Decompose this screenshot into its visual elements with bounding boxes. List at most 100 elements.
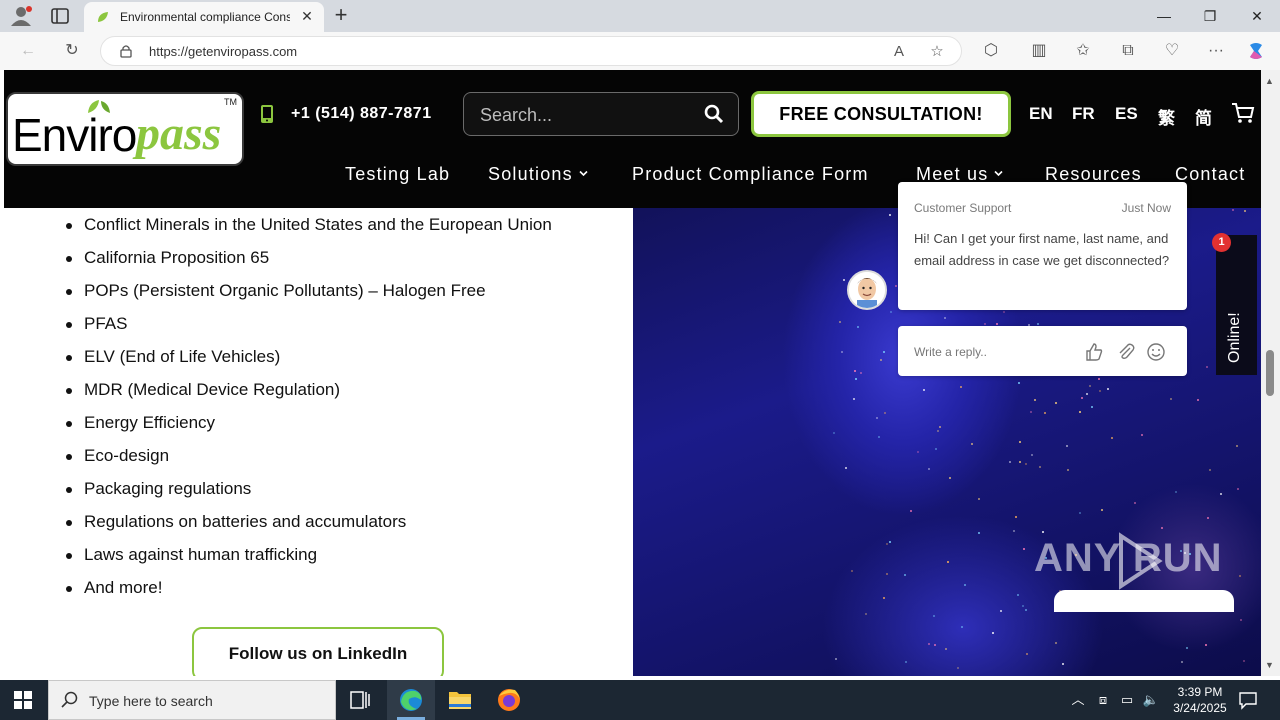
chat-message-text: Hi! Can I get your first name, last name… [914,231,1170,268]
back-icon[interactable]: ← [18,41,38,61]
sparkle-dot [854,377,857,380]
list-item: ELV (End of Life Vehicles) [62,348,622,381]
tab-actions-icon[interactable] [50,7,70,25]
screen: Environmental compliance Cons ✕ + — ❐ ✕ … [0,0,1280,720]
sparkle-dot [1054,641,1057,644]
sparkle-dot [859,371,862,374]
lang-es[interactable]: ES [1115,104,1138,124]
sparkle-dot [1160,526,1163,529]
cart-icon[interactable] [1231,102,1255,124]
attachment-icon[interactable] [1116,342,1136,362]
nav-solutions[interactable]: Solutions [488,164,588,185]
minimize-icon[interactable]: — [1153,6,1175,26]
more-menu-icon[interactable]: ··· [1206,41,1226,61]
taskbar-firefox[interactable] [485,680,533,720]
read-aloud-icon[interactable]: A [889,42,909,62]
chat-online-tab[interactable]: Online! [1216,235,1257,375]
network-icon[interactable]: ▭ [1118,691,1136,709]
favorites-icon[interactable]: ✩ [1073,41,1093,61]
windows-start-icon[interactable] [14,691,32,709]
browser-essentials-icon[interactable]: ♡ [1162,41,1182,61]
tab-close-icon[interactable]: ✕ [300,9,314,23]
page-scrollbar[interactable]: ▲ ▼ [1261,70,1280,676]
enviropass-logo[interactable]: TM Enviro pass [6,92,244,166]
sparkle-dot [856,326,859,329]
task-view-icon [350,691,370,709]
lock-icon[interactable] [119,44,133,58]
restore-icon[interactable]: ❐ [1199,6,1221,26]
sparkle-dot [1106,388,1109,391]
follow-linkedin-button[interactable]: Follow us on LinkedIn [192,627,444,676]
emoji-icon[interactable] [1146,342,1166,362]
volume-icon[interactable]: 🔈 [1142,691,1160,709]
sparkle-dot [851,570,854,573]
edge-icon [400,689,422,711]
lang-fr[interactable]: FR [1072,104,1095,124]
task-view-button[interactable] [336,680,384,720]
sparkle-dot [1170,397,1173,400]
list-item: California Proposition 65 [62,249,622,282]
chat-reply-input[interactable]: Write a reply.. [898,326,1187,376]
sparkle-dot [934,644,936,647]
sparkle-dot [1003,310,1006,313]
floating-widget-tab[interactable] [1054,590,1234,612]
chevron-down-icon [579,170,588,177]
search-input[interactable]: Search... [463,92,739,136]
sparkle-dot [1243,660,1246,663]
sparkle-dot [889,213,892,216]
sparkle-dot [1207,517,1210,520]
split-screen-icon[interactable]: ▥ [1029,41,1049,61]
nav-contact[interactable]: Contact [1175,164,1245,185]
sparkle-dot [1089,384,1092,387]
sparkle-dot [1111,437,1114,440]
sparkle-dot [1030,410,1033,413]
clock-time: 3:39 PM [1177,685,1223,699]
collections-icon[interactable]: ⧉ [1118,41,1138,61]
sparkle-dot [883,596,886,599]
logo-trademark: TM [224,97,237,107]
taskbar-clock[interactable]: 3:39 PM 3/24/2025 [1160,684,1240,716]
chat-notification-badge: 1 [1212,233,1231,252]
scroll-down-icon[interactable]: ▼ [1265,660,1274,670]
sparkle-dot [1235,444,1238,447]
window-close-icon[interactable]: ✕ [1246,6,1268,26]
profile-icon[interactable] [10,6,32,26]
free-consultation-button[interactable]: FREE CONSULTATION! [751,91,1011,137]
address-bar[interactable]: https://getenviropass.com A ☆ [100,36,962,66]
sparkle-dot [959,385,962,388]
lang-zh-simplified[interactable]: 简 [1195,104,1212,129]
notifications-icon[interactable] [1238,690,1258,710]
tray-device-icon[interactable]: ⧈ [1094,691,1112,709]
chat-agent-name: Customer Support [914,201,1012,215]
scroll-up-icon[interactable]: ▲ [1265,76,1274,86]
chevron-down-icon [994,170,1004,177]
taskbar-search-input[interactable]: Type here to search [48,680,336,720]
nav-product-compliance-form[interactable]: Product Compliance Form [632,164,869,185]
extensions-icon[interactable]: ⬡ [981,41,1001,61]
sparkle-dot [928,468,931,471]
favorite-star-icon[interactable]: ☆ [927,42,947,62]
url-text[interactable]: https://getenviropass.com [149,44,297,59]
scrollbar-thumb[interactable] [1266,350,1274,396]
sparkle-dot [996,322,999,325]
sparkle-dot [1013,530,1016,533]
browser-tab[interactable]: Environmental compliance Cons ✕ [84,2,324,32]
tray-chevron-up-icon[interactable]: ︿ [1069,691,1087,709]
taskbar-file-explorer[interactable] [436,680,484,720]
search-icon[interactable] [704,104,724,124]
sparkle-dot [946,560,949,563]
copilot-icon[interactable] [1246,41,1266,61]
search-icon [61,691,78,708]
lang-zh-traditional[interactable]: 繁 [1158,104,1175,129]
new-tab-button[interactable]: + [330,4,352,27]
sparkle-dot [1231,208,1234,211]
taskbar-edge[interactable] [387,680,435,720]
phone-number-link[interactable]: +1 (514) 887-7871 [291,105,432,123]
sparkle-dot [1014,516,1017,519]
sparkle-dot [1009,461,1012,464]
nav-testing-lab[interactable]: Testing Lab [345,164,450,185]
thumbs-up-icon[interactable] [1084,342,1104,362]
refresh-icon[interactable]: ↻ [62,41,82,61]
lang-en[interactable]: EN [1029,104,1053,124]
windows-taskbar: Type here to search ︿ ⧈ ▭ 🔈 3:39 PM 3/24… [0,680,1280,720]
